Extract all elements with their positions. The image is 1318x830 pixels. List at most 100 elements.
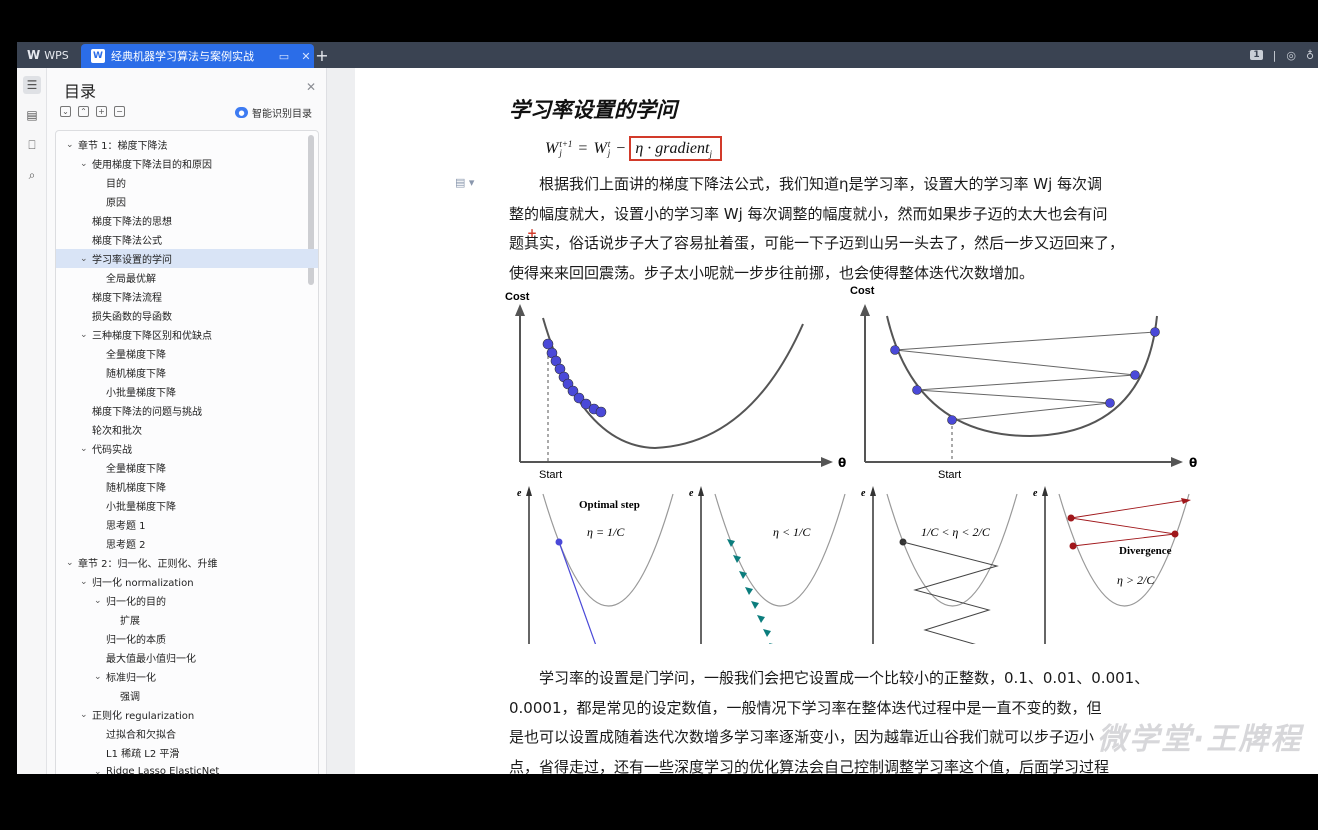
toc-item[interactable]: L1 稀疏 L2 平滑 xyxy=(56,743,318,762)
chevron-down-icon[interactable]: ⌄ xyxy=(66,140,78,150)
tl-xaxis-arrow xyxy=(821,457,833,467)
toc-item[interactable]: 小批量梯度下降 xyxy=(56,382,318,401)
panel-title: Optimal step xyxy=(579,499,640,511)
toc-item[interactable]: 梯度下降法的问题与挑战 xyxy=(56,401,318,420)
toc-item[interactable]: 随机梯度下降 xyxy=(56,363,318,382)
toc-item[interactable]: 小批量梯度下降 xyxy=(56,496,318,515)
paragraph-note-icon[interactable]: ▤ ▾ xyxy=(455,176,474,189)
panel-yaxis-arrow xyxy=(698,486,704,496)
tr-start-label: Start xyxy=(938,469,961,481)
outline-icon[interactable]: ▤ xyxy=(23,106,41,124)
toc-item[interactable]: 梯度下降法的思想 xyxy=(56,211,318,230)
toc-item[interactable]: 梯度下降法流程 xyxy=(56,287,318,306)
toc-item[interactable]: ⌄ 代码实战 xyxy=(56,439,318,458)
toc-item[interactable]: ⌄ 三种梯度下降区别和优缺点 xyxy=(56,325,318,344)
wps-home-tab[interactable]: W WPS xyxy=(17,42,79,68)
toc-item[interactable]: ⌄ 标准归一化 xyxy=(56,667,318,686)
toc-list-icon[interactable]: ☰ xyxy=(23,76,41,94)
toc-item[interactable]: 最大值最小值归一化 xyxy=(56,648,318,667)
bottom-black-bar xyxy=(0,774,1318,830)
search-zoom-icon[interactable]: ⌕ xyxy=(23,166,41,184)
skin-icon[interactable]: ♁ xyxy=(1306,49,1314,62)
tl-xlabel: θ xyxy=(838,456,846,470)
tab-bar: W WPS W 经典机器学习算法与案例实战 ▭ ✕ + 1 | ◎ ♁ xyxy=(17,42,1318,68)
toc-item[interactable]: 思考题 1 xyxy=(56,515,318,534)
toc-item[interactable]: ⌄ 正则化 regularization xyxy=(56,705,318,724)
toc-item[interactable]: 全量梯度下降 xyxy=(56,458,318,477)
toc-item-label: 梯度下降法的问题与挑战 xyxy=(92,407,202,418)
collapse-all-icon[interactable]: ⌃ xyxy=(78,106,89,117)
document-page[interactable]: ▤ ▾ 学习率设置的学问 Wt+1 j = Wtj − η · gradientj… xyxy=(355,68,1318,774)
window-count-badge[interactable]: 1 xyxy=(1250,50,1263,60)
tabbar-right-tools: 1 | ◎ ♁ xyxy=(1250,42,1314,68)
new-tab-button[interactable]: + xyxy=(309,42,335,68)
share-icon[interactable]: ◎ xyxy=(1286,49,1296,62)
toc-item-label: 章节 1：梯度下降法 xyxy=(78,141,168,152)
panel-condition: η > 2/C xyxy=(1117,573,1155,587)
panel-yaxis-label: e xyxy=(517,488,522,499)
toc-item-label: 思考题 2 xyxy=(106,540,146,551)
formula-minus: − xyxy=(616,139,626,157)
document-tab-title: 经典机器学习算法与案例实战 xyxy=(111,50,254,63)
toc-item[interactable]: 强调 xyxy=(56,686,318,705)
panel-b-step xyxy=(757,615,765,623)
toc-item-label: 强调 xyxy=(120,692,140,703)
add-heading-icon[interactable]: + xyxy=(96,106,107,117)
expand-all-icon[interactable]: ⌄ xyxy=(60,106,71,117)
oscillation-point xyxy=(912,385,922,395)
smart-toc-button[interactable]: ● 智能识别目录 xyxy=(235,105,312,120)
toc-item-label: 小批量梯度下降 xyxy=(106,388,176,399)
toc-item[interactable]: ⌄ 使用梯度下降法目的和原因 xyxy=(56,154,318,173)
toc-item-label: 归一化的本质 xyxy=(106,635,166,646)
chevron-down-icon[interactable]: ⌄ xyxy=(80,710,92,720)
chevron-down-icon[interactable]: ⌄ xyxy=(80,254,92,264)
panel-b-step xyxy=(751,601,759,609)
chevron-down-icon[interactable]: ⌄ xyxy=(94,672,106,682)
toc-item[interactable]: 扩展 xyxy=(56,610,318,629)
toc-item[interactable]: 全局最优解 xyxy=(56,268,318,287)
toc-item[interactable]: 梯度下降法公式 xyxy=(56,230,318,249)
toc-item-label: 轮次和批次 xyxy=(92,426,142,437)
chevron-down-icon[interactable]: ⌄ xyxy=(80,330,92,340)
remove-heading-icon[interactable]: − xyxy=(114,106,125,117)
toc-item[interactable]: 目的 xyxy=(56,173,318,192)
toc-item-label: 随机梯度下降 xyxy=(106,369,166,380)
panel-yaxis-arrow xyxy=(870,486,876,496)
panel-yaxis-label: e xyxy=(861,488,866,499)
chevron-down-icon[interactable]: ⌄ xyxy=(80,159,92,169)
toc-item-label: 三种梯度下降区别和优缺点 xyxy=(92,331,212,342)
toc-item[interactable]: ⌄ 章节 2：归一化、正则化、升维 xyxy=(56,553,318,572)
toc-item[interactable]: 损失函数的导函数 xyxy=(56,306,318,325)
toc-item[interactable]: 轮次和批次 xyxy=(56,420,318,439)
chevron-down-icon[interactable]: ⌄ xyxy=(80,577,92,587)
toc-item[interactable]: 全量梯度下降 xyxy=(56,344,318,363)
toc-item[interactable]: ⌄ 章节 1：梯度下降法 xyxy=(56,135,318,154)
toc-item[interactable]: 归一化的本质 xyxy=(56,629,318,648)
toc-item[interactable]: 原因 xyxy=(56,192,318,211)
toc-item-label: L1 稀疏 L2 平滑 xyxy=(106,749,180,760)
chevron-down-icon[interactable]: ⌄ xyxy=(94,767,106,775)
toc-item[interactable]: 随机梯度下降 xyxy=(56,477,318,496)
chevron-down-icon[interactable]: ⌄ xyxy=(80,444,92,454)
toc-item-label: 小批量梯度下降 xyxy=(106,502,176,513)
tl-descent-points xyxy=(542,338,607,418)
para1-line: 整的幅度就大，设置小的学习率 Wj 每次调整的幅度就小，然而如果步子迈的太大也会… xyxy=(509,204,1108,223)
toc-item[interactable]: 思考题 2 xyxy=(56,534,318,553)
toc-item[interactable]: ⌄ 归一化的目的 xyxy=(56,591,318,610)
document-tab[interactable]: W 经典机器学习算法与案例实战 ▭ ✕ xyxy=(81,44,314,68)
section-heading: 学习率设置的学问 xyxy=(509,97,677,122)
toc-item[interactable]: ⌄ 归一化 normalization xyxy=(56,572,318,591)
tl-start-label: Start xyxy=(539,469,562,481)
wps-writer-window: ☰ ▤ ⎕ ⌕ 目录 ✕ ⌄ ⌃ + − ● 智能识别目录 ⌄ 章节 1：梯度下降… xyxy=(17,68,1318,774)
formula-boxed-sub: j xyxy=(709,149,712,160)
toc-item[interactable]: ⌄ 学习率设置的学问 xyxy=(56,249,318,268)
window-mode-icon[interactable]: ▭ xyxy=(276,50,292,63)
close-icon[interactable]: ✕ xyxy=(306,80,316,94)
para1-line: 使得来来回回震荡。步子太小呢就一步步往前挪，也会使得整体迭代次数增加。 xyxy=(509,263,1035,282)
toc-item[interactable]: ⌄ Ridge Lasso ElasticNet xyxy=(56,762,318,774)
bookmark-icon[interactable]: ⎕ xyxy=(23,136,41,154)
chevron-down-icon[interactable]: ⌄ xyxy=(94,596,106,606)
toc-item-label: 标准归一化 xyxy=(106,673,156,684)
chevron-down-icon[interactable]: ⌄ xyxy=(66,558,78,568)
toc-item[interactable]: 过拟合和欠拟合 xyxy=(56,724,318,743)
